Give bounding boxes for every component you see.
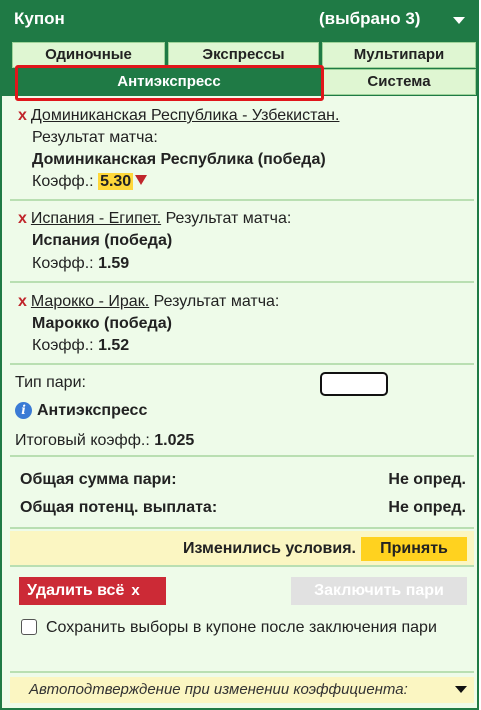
selected-count: (выбрано 3) xyxy=(319,9,421,28)
stake-input[interactable] xyxy=(320,372,388,396)
bet-type-label: Тип пари: xyxy=(15,374,86,391)
coupon-header[interactable]: Купон (выбрано 3) xyxy=(2,0,479,38)
selection-item: x Марокко - Ирак. Результат матча: Марокк… xyxy=(10,285,474,365)
odds-value: 5.30 xyxy=(98,173,134,190)
conditions-changed-message: Изменились условия. xyxy=(182,540,356,557)
close-x-icon[interactable]: x xyxy=(18,210,27,227)
event-link[interactable]: Марокко - Ирак. xyxy=(31,293,149,310)
chevron-down-icon[interactable] xyxy=(453,17,465,24)
market-label: Результат матча: xyxy=(165,210,292,227)
close-x-icon[interactable]: x xyxy=(18,107,27,124)
keep-selections-label[interactable]: Сохранить выборы в купоне после заключен… xyxy=(20,617,460,639)
selection-item: x Испания - Египет. Результат матча: Испа… xyxy=(10,203,474,283)
total-stake-value: Не опред. xyxy=(388,471,466,488)
bet-type-name: Антиэкспресс xyxy=(37,402,148,419)
odds-label: Коэфф.: xyxy=(32,337,94,354)
tab-system[interactable]: Система xyxy=(322,69,476,95)
event-link[interactable]: Испания - Египет. xyxy=(31,210,161,227)
odds-value: 1.52 xyxy=(98,337,130,354)
close-x-icon: x xyxy=(131,582,140,599)
market-label: Результат матча: xyxy=(153,293,280,310)
delete-all-label: Удалить всё xyxy=(27,582,125,599)
total-stake-label: Общая сумма пари: xyxy=(20,471,177,488)
accept-button[interactable]: Принять xyxy=(361,537,467,561)
tab-antiexpress[interactable]: Антиэкспресс xyxy=(18,69,320,95)
keep-selections-checkbox[interactable] xyxy=(21,619,37,635)
info-icon[interactable]: i xyxy=(15,402,32,419)
odds-label: Коэфф.: xyxy=(32,255,94,272)
coupon-title: Купон xyxy=(14,9,65,28)
total-payout-label: Общая потенц. выплата: xyxy=(20,499,218,516)
triangle-down-icon xyxy=(135,175,148,185)
chevron-down-icon[interactable] xyxy=(455,686,467,693)
tab-express[interactable]: Экспрессы xyxy=(168,42,319,68)
odds-value: 1.59 xyxy=(98,255,130,272)
market-label: Результат матча: xyxy=(32,129,158,146)
pick-label: Марокко (победа) xyxy=(32,315,172,332)
bet-coupon: Купон (выбрано 3) Одиночные Экспрессы Му… xyxy=(0,0,479,710)
tab-multibet[interactable]: Мультипари xyxy=(322,42,476,68)
total-payout-value: Не опред. xyxy=(388,499,466,516)
event-link[interactable]: Доминиканская Республика - Узбекистан. xyxy=(31,107,340,124)
bet-type-section: Тип пари: i Антиэкспресс Итоговый коэфф.:… xyxy=(10,367,474,457)
tab-singles[interactable]: Одиночные xyxy=(12,42,165,68)
auto-confirm-dropdown[interactable]: Автоподтверждение при изменении коэффици… xyxy=(10,677,474,703)
totals-section: Общая сумма пари: Не опред. Общая потенц… xyxy=(10,459,474,529)
auto-confirm-label: Автоподтверждение при изменении коэффици… xyxy=(29,681,408,698)
bet-type-tabs: Одиночные Экспрессы Мультипари Антиэкспр… xyxy=(2,38,479,96)
place-bet-button[interactable]: Заключить пари xyxy=(291,577,467,605)
total-odds-value: 1.025 xyxy=(154,432,195,449)
conditions-changed-notice: Изменились условия. Принять xyxy=(10,531,474,567)
selection-item: x Доминиканская Республика - Узбекистан. … xyxy=(10,100,474,201)
close-x-icon[interactable]: x xyxy=(18,293,27,310)
total-odds-label: Итоговый коэфф.: xyxy=(15,432,150,449)
pick-label: Испания (победа) xyxy=(32,232,173,249)
odds-label: Коэфф.: xyxy=(32,173,94,190)
coupon-actions: Удалить всё x Заключить пари Сохранить вы… xyxy=(10,569,474,673)
delete-all-button[interactable]: Удалить всё x xyxy=(19,577,166,605)
pick-label: Доминиканская Республика (победа) xyxy=(32,151,326,168)
